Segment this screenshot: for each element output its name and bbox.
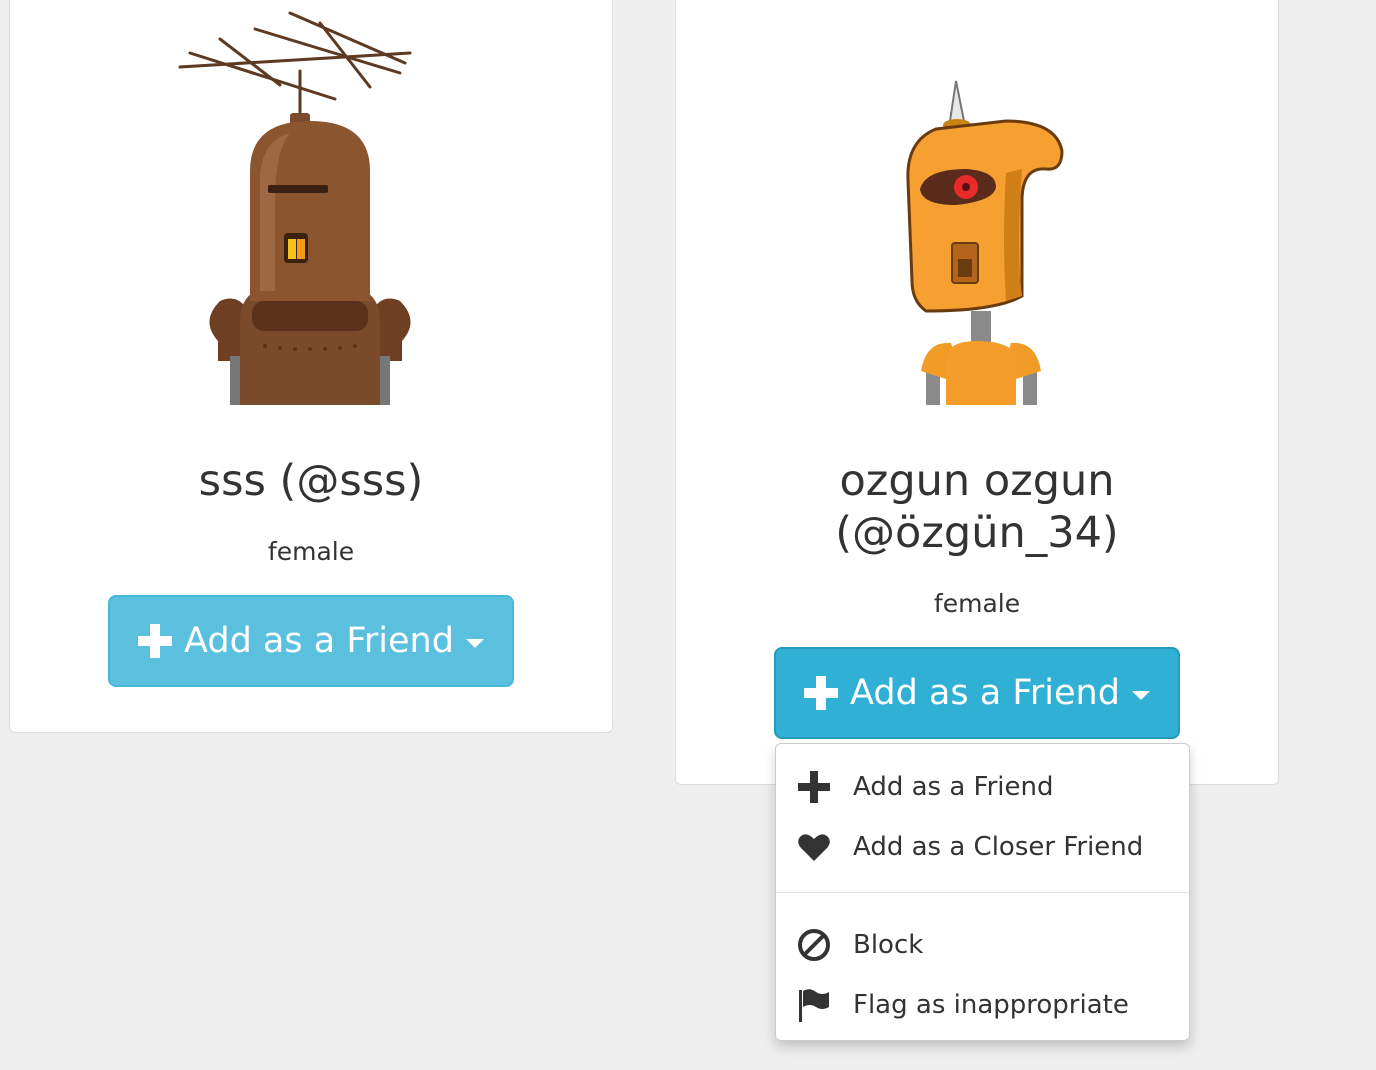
- user-card-ozgun: ozgun ozgun (@özgün_34) female Add as a …: [675, 0, 1279, 785]
- brown-robot-avatar: [178, 11, 412, 405]
- user-card-sss: sss (@sss) female Add as a Friend: [9, 0, 613, 733]
- menu-item-label: Flag as inappropriate: [853, 990, 1129, 1020]
- menu-item-flag[interactable]: Flag as inappropriate: [776, 977, 1189, 1033]
- user-handle-line: (@özgün_34): [835, 508, 1119, 558]
- add-friend-button-label: Add as a Friend: [850, 673, 1120, 713]
- menu-item-label: Add as a Friend: [853, 772, 1054, 802]
- plus-icon: [798, 771, 830, 803]
- menu-divider: [776, 892, 1189, 893]
- caret-down-icon: [1131, 690, 1150, 700]
- add-friend-button[interactable]: Add as a Friend: [108, 595, 514, 687]
- plus-icon: [138, 624, 173, 658]
- heart-icon: [798, 834, 830, 861]
- avatar[interactable]: [826, 1, 1126, 405]
- user-name-line: ozgun ozgun: [839, 456, 1115, 506]
- plus-icon: [804, 676, 839, 710]
- add-friend-button[interactable]: Add as a Friend: [774, 647, 1180, 739]
- caret-down-icon: [465, 638, 484, 648]
- user-gender: female: [933, 589, 1021, 618]
- orange-robot-avatar: [906, 80, 1064, 405]
- flag-icon: [799, 989, 829, 1022]
- avatar[interactable]: [160, 1, 460, 405]
- user-name: ozgun ozgun (@özgün_34): [676, 455, 1278, 559]
- ban-icon: [798, 929, 830, 961]
- friend-dropdown-menu: Add as a Friend Add as a Closer Friend B…: [775, 743, 1190, 1041]
- user-name: sss (@sss): [10, 455, 612, 507]
- menu-item-label: Block: [853, 930, 924, 960]
- user-name-line: sss (@sss): [198, 456, 424, 506]
- menu-item-block[interactable]: Block: [776, 917, 1189, 973]
- menu-item-label: Add as a Closer Friend: [853, 832, 1144, 862]
- user-gender: female: [267, 537, 355, 566]
- add-friend-button-label: Add as a Friend: [184, 621, 454, 661]
- menu-item-add-closer-friend[interactable]: Add as a Closer Friend: [776, 819, 1189, 875]
- menu-item-add-friend[interactable]: Add as a Friend: [776, 759, 1189, 815]
